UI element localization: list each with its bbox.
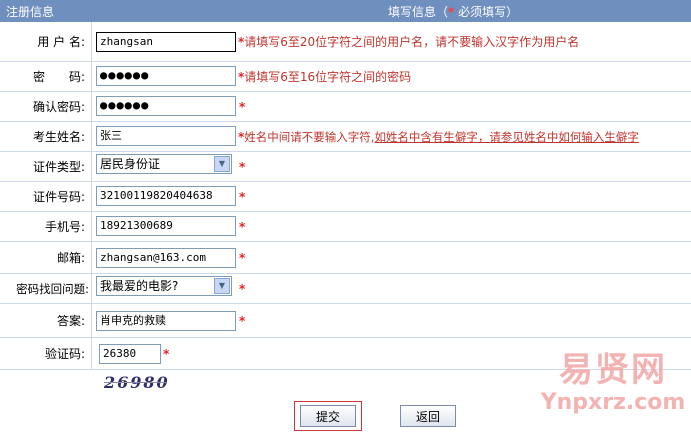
back-button[interactable]: 返回 (400, 405, 456, 427)
row-name: 考生姓名: 张三 * 姓名中间请不要输入字符, 如姓名中含有生僻字，请参见姓名中如何… (0, 122, 691, 152)
confirm-password-label: 确认密码: (0, 92, 92, 121)
security-question-select[interactable]: 我最爱的电影? ▼ (96, 276, 232, 296)
question-required-star: * (239, 281, 246, 296)
username-input[interactable]: zhangsan (96, 32, 236, 52)
id-type-label: 证件类型: (0, 152, 92, 181)
row-answer: 答案: 肖申克的救赎 * (0, 304, 691, 338)
mobile-required-star: * (239, 219, 246, 234)
password-input[interactable]: ●●●●●● (96, 66, 236, 86)
username-label: 用 户 名: (0, 22, 92, 61)
form-header: 注册信息 填写信息（* 必须填写） (0, 0, 691, 22)
chevron-down-icon[interactable]: ▼ (214, 278, 230, 294)
chevron-down-icon[interactable]: ▼ (214, 156, 230, 172)
row-security-question: 密码找回问题: 我最爱的电影? ▼ * (0, 274, 691, 304)
row-email: 邮箱: zhangsan@163.com * (0, 242, 691, 274)
row-id-number: 证件号码: 32100119820404638 * (0, 182, 691, 212)
email-required-star: * (239, 250, 246, 265)
captcha-noise-line (104, 382, 166, 383)
answer-label: 答案: (0, 304, 92, 337)
row-username: 用 户 名: zhangsan * 请填写6至20位字符之间的用户名，请不要输入汉… (0, 22, 691, 62)
captcha-input[interactable]: 26380 (99, 344, 161, 364)
name-label: 考生姓名: (0, 122, 92, 151)
email-label: 邮箱: (0, 242, 92, 273)
mobile-label: 手机号: (0, 212, 92, 241)
captcha-image[interactable]: 26980 (104, 373, 168, 393)
email-input[interactable]: zhangsan@163.com (96, 248, 236, 268)
submit-button[interactable]: 提交 (300, 405, 356, 427)
row-confirm-password: 确认密码: ●●●●●● * (0, 92, 691, 122)
captcha-required-star: * (163, 346, 170, 361)
row-mobile: 手机号: 18921300689 * (0, 212, 691, 242)
security-question-label: 密码找回问题: (0, 274, 92, 303)
answer-input[interactable]: 肖申克的救赎 (96, 311, 236, 331)
password-hint: * 请填写6至16位字符之间的密码 (238, 69, 412, 85)
row-id-type: 证件类型: 居民身份证 ▼ * (0, 152, 691, 182)
username-hint: * 请填写6至20位字符之间的用户名，请不要输入汉字作为用户名 (238, 34, 580, 50)
password-label: 密 码: (0, 62, 92, 91)
name-hint: * 姓名中间请不要输入字符, 如姓名中含有生僻字，请参见姓名中如何输入生僻字 (238, 129, 639, 145)
id-number-label: 证件号码: (0, 182, 92, 211)
mobile-input[interactable]: 18921300689 (96, 216, 236, 236)
watermark-logo: 易贤网 Ynpxrz.com (540, 350, 686, 415)
confirm-required-star: * (239, 99, 246, 114)
id-type-select[interactable]: 居民身份证 ▼ (96, 154, 232, 174)
confirm-password-input[interactable]: ●●●●●● (96, 96, 236, 116)
row-password: 密 码: ●●●●●● * 请填写6至16位字符之间的密码 (0, 62, 691, 92)
header-left-title: 注册信息 (6, 5, 55, 19)
captcha-label: 验证码: (0, 338, 92, 369)
id-number-input[interactable]: 32100119820404638 (96, 186, 236, 206)
id-type-required-star: * (239, 159, 246, 174)
name-input[interactable]: 张三 (96, 126, 236, 146)
answer-required-star: * (239, 313, 246, 328)
id-number-required-star: * (239, 189, 246, 204)
header-right-title: 填写信息（* 必须填写） (388, 5, 519, 19)
rare-char-help-link[interactable]: 如姓名中含有生僻字，请参见姓名中如何输入生僻字 (374, 129, 639, 145)
